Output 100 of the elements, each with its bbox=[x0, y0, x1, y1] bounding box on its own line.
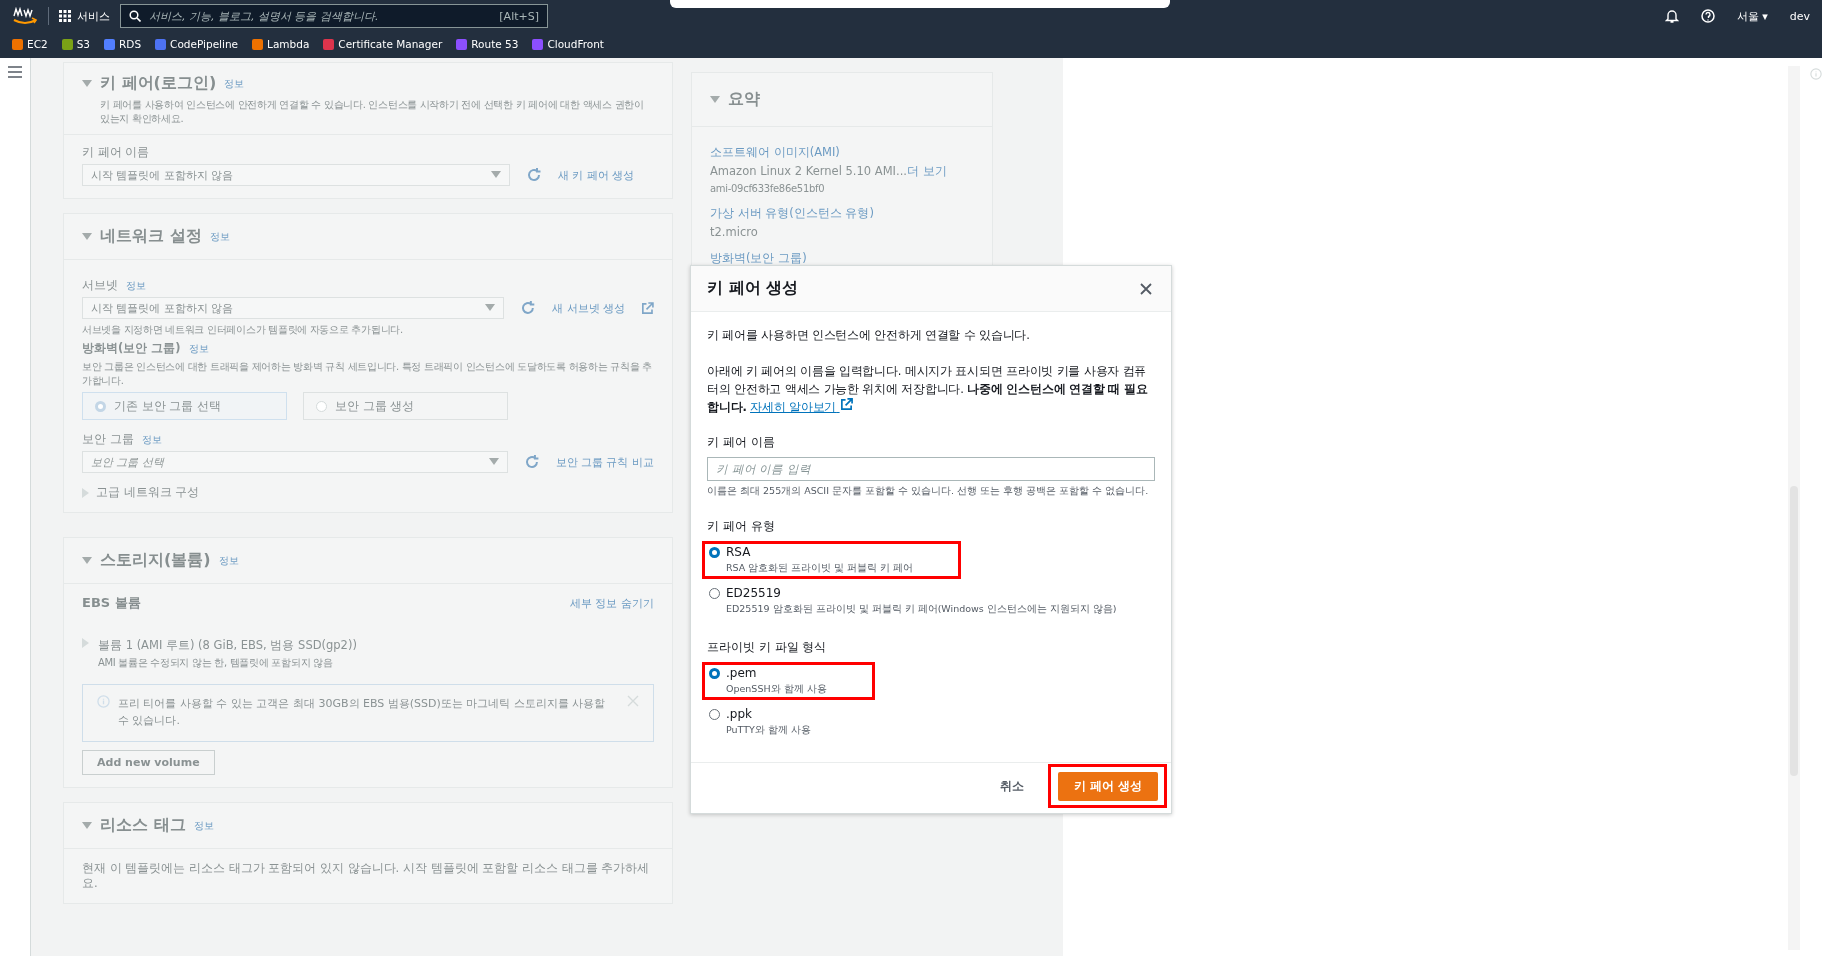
compare-rules-link[interactable]: 보안 그룹 규칙 비교 bbox=[555, 454, 654, 470]
scrollbar[interactable] bbox=[1788, 66, 1800, 950]
field-label: 서브넷 bbox=[82, 278, 118, 293]
summary-label[interactable]: 방화벽(보안 그룹) bbox=[710, 251, 974, 266]
section-title: 네트워크 설정 bbox=[100, 226, 202, 247]
refresh-icon[interactable] bbox=[520, 300, 537, 316]
radio-tile[interactable]: 보안 그룹 생성 bbox=[303, 392, 508, 420]
field-hint: 서브넷을 지정하면 네트워크 인터페이스가 템플릿에 자동으로 추가됩니다. bbox=[82, 323, 404, 337]
grid-icon bbox=[59, 10, 71, 22]
service-icon[interactable] bbox=[104, 38, 115, 50]
info-icon bbox=[97, 695, 110, 708]
service-icon[interactable] bbox=[155, 38, 167, 50]
see-more-link[interactable]: 더 보기 bbox=[906, 164, 947, 178]
info-link[interactable]: 정보 bbox=[141, 432, 162, 447]
dialog-description: 아래에 키 페어의 이름을 입력합니다. 메시지가 표시되면 프라이빗 키를 사용자 컴퓨터의 안전하고 액세스 가능한 위치에 저장합니다. 나중에 인스턴스에 연결할 때 필요합니다. 자세히 알아보기 bbox=[707, 363, 1149, 416]
favorite-link[interactable]: Certificate Manager bbox=[338, 38, 443, 50]
section-description: 키 페어를 사용하여 인스턴스에 안전하게 연결할 수 있습니다. 인스턴스를 시작하기 전에 선택한 키 페어에 대한 액세스 권한이 있는지 확인하세요. bbox=[100, 98, 645, 126]
create-key-pair-button[interactable]: 키 페어 생성 bbox=[1057, 772, 1158, 801]
info-link[interactable]: 정보 bbox=[126, 278, 146, 293]
section-title: 요약 bbox=[728, 89, 760, 110]
dialog-intro: 키 페어를 사용하면 인스턴스에 안전하게 연결할 수 있습니다. bbox=[707, 327, 1031, 344]
section-title: 스토리지(볼륨) bbox=[100, 550, 211, 571]
add-volume-button[interactable]: Add new volume bbox=[82, 750, 215, 775]
info-link[interactable]: 정보 bbox=[209, 229, 230, 244]
field-description: 보안 그룹은 인스턴스에 대한 트래픽을 제어하는 방화벽 규칙 세트입니다. 특정 트래픽이 인스턴스에 도달하도록 허용하는 규칙을 추가합니다. bbox=[82, 360, 653, 388]
menu-icon[interactable] bbox=[8, 66, 22, 78]
summary-value: t2.micro bbox=[710, 225, 759, 239]
external-link-icon bbox=[839, 398, 853, 411]
hide-details-link[interactable]: 세부 정보 숨기기 bbox=[570, 595, 654, 611]
region-menu[interactable]: 서울 ▾ bbox=[1736, 8, 1768, 24]
create-key-pair-link[interactable]: 새 키 페어 생성 bbox=[558, 167, 635, 183]
subsection-title: EBS 볼륨 bbox=[82, 594, 141, 612]
collapse-caret-icon bbox=[82, 232, 92, 241]
info-link[interactable]: 정보 bbox=[224, 76, 245, 91]
option-label[interactable]: .pem bbox=[726, 666, 827, 680]
option-description: ED25519 암호화된 프라이빗 및 퍼블릭 키 페어(Windows 인스턴스에는 지원되지 않음) bbox=[726, 603, 1117, 616]
key-pair-select[interactable]: 시작 템플릿에 포함하지 않음 bbox=[82, 164, 510, 186]
favorite-link[interactable]: RDS bbox=[119, 38, 142, 50]
field-label: 보안 그룹 bbox=[82, 432, 134, 447]
key-pair-name-input[interactable]: 키 페어 이름 입력 bbox=[707, 457, 1155, 481]
option-description: OpenSSH와 함께 사용 bbox=[726, 683, 827, 696]
service-icon[interactable] bbox=[456, 38, 468, 50]
summary-label[interactable]: 소프트웨어 이미지(AMI) bbox=[710, 145, 974, 160]
account-menu[interactable]: dev bbox=[1789, 9, 1810, 23]
create-subnet-link[interactable]: 새 서브넷 생성 bbox=[552, 300, 626, 316]
info-link[interactable]: 정보 bbox=[218, 553, 239, 568]
section-title: 키 페어(로그인) bbox=[100, 73, 217, 94]
service-icon[interactable] bbox=[532, 38, 544, 50]
summary-label[interactable]: 가상 서버 유형(인스턴스 유형) bbox=[710, 206, 974, 221]
security-group-select[interactable]: 보안 그룹 선택 bbox=[82, 451, 508, 473]
radio-tile[interactable]: 기존 보안 그룹 선택 bbox=[82, 392, 287, 420]
collapse-caret-icon bbox=[710, 95, 720, 104]
search-field[interactable]: 서비스, 기능, 블로그, 설명서 등을 검색합니다. [Alt+S] bbox=[120, 4, 548, 28]
radio-button[interactable] bbox=[709, 547, 720, 558]
favorite-link[interactable]: CloudFront bbox=[547, 38, 604, 50]
field-label: 프라이빗 키 파일 형식 bbox=[707, 639, 828, 656]
favorite-link[interactable]: Route 53 bbox=[471, 38, 519, 50]
caret-icon bbox=[491, 171, 501, 179]
favorite-link[interactable]: S3 bbox=[76, 38, 90, 50]
section-title: 리소스 태그 bbox=[100, 815, 186, 836]
refresh-icon[interactable] bbox=[523, 454, 540, 470]
volume-note: AMI 볼륨은 수정되지 않는 한, 템플릿에 포함되지 않음 bbox=[98, 656, 334, 670]
favorite-link[interactable]: EC2 bbox=[27, 38, 48, 50]
advanced-settings-toggle[interactable]: 고급 네트워크 구성 bbox=[96, 485, 200, 500]
option-description: PuTTY와 함께 사용 bbox=[726, 724, 811, 737]
option-label[interactable]: RSA bbox=[726, 545, 914, 559]
ami-id: ami-09cf633fe86e51bf0 bbox=[710, 183, 826, 194]
service-icon[interactable] bbox=[61, 38, 73, 50]
option-label[interactable]: .ppk bbox=[726, 707, 811, 721]
service-icon[interactable] bbox=[323, 38, 335, 50]
learn-more-link[interactable]: 자세히 알아보기 bbox=[750, 400, 853, 414]
field-label: 키 페어 이름 bbox=[82, 145, 151, 160]
service-icon[interactable] bbox=[12, 38, 23, 50]
favorite-link[interactable]: CodePipeline bbox=[170, 38, 239, 50]
caret-icon bbox=[485, 304, 496, 312]
help-icon[interactable] bbox=[1700, 9, 1715, 23]
alert-text: 프리 티어를 사용할 수 있는 고객은 최대 30GB의 EBS 범용(SSD)또는 마그네틱 스토리지를 사용할 수 있습니다. bbox=[118, 696, 607, 729]
dialog-title: 키 페어 생성 bbox=[707, 278, 799, 299]
subnet-select[interactable]: 시작 템플릿에 포함하지 않음 bbox=[82, 297, 505, 319]
external-link-icon bbox=[641, 301, 654, 315]
refresh-icon[interactable] bbox=[526, 167, 542, 183]
caret-icon bbox=[488, 458, 499, 466]
info-link[interactable]: 정보 bbox=[193, 818, 214, 833]
collapse-caret-icon bbox=[82, 556, 92, 565]
aws-logo[interactable] bbox=[12, 7, 38, 25]
volume-title: 볼륨 1 (AMI 루트) (8 GiB, EBS, 범용 SSD(gp2)) bbox=[98, 638, 357, 653]
bell-icon[interactable] bbox=[1664, 9, 1679, 23]
service-icon[interactable] bbox=[252, 38, 264, 50]
field-label: 키 페어 이름 bbox=[707, 434, 776, 451]
field-label: 방화벽(보안 그룹) bbox=[82, 341, 181, 356]
radio-button[interactable] bbox=[709, 668, 720, 679]
cancel-button[interactable]: 취소 bbox=[993, 776, 1030, 796]
option-label[interactable]: ED25519 bbox=[726, 586, 1117, 600]
collapse-caret-icon bbox=[82, 79, 92, 88]
summary-value: Amazon Linux 2 Kernel 5.10 AMI...더 보기 bbox=[710, 164, 948, 179]
favorite-link[interactable]: Lambda bbox=[267, 38, 310, 50]
services-menu[interactable]: 서비스 bbox=[59, 8, 110, 24]
field-label: 키 페어 유형 bbox=[707, 518, 776, 535]
collapse-caret-icon bbox=[82, 821, 92, 830]
info-link[interactable]: 정보 bbox=[188, 341, 209, 356]
